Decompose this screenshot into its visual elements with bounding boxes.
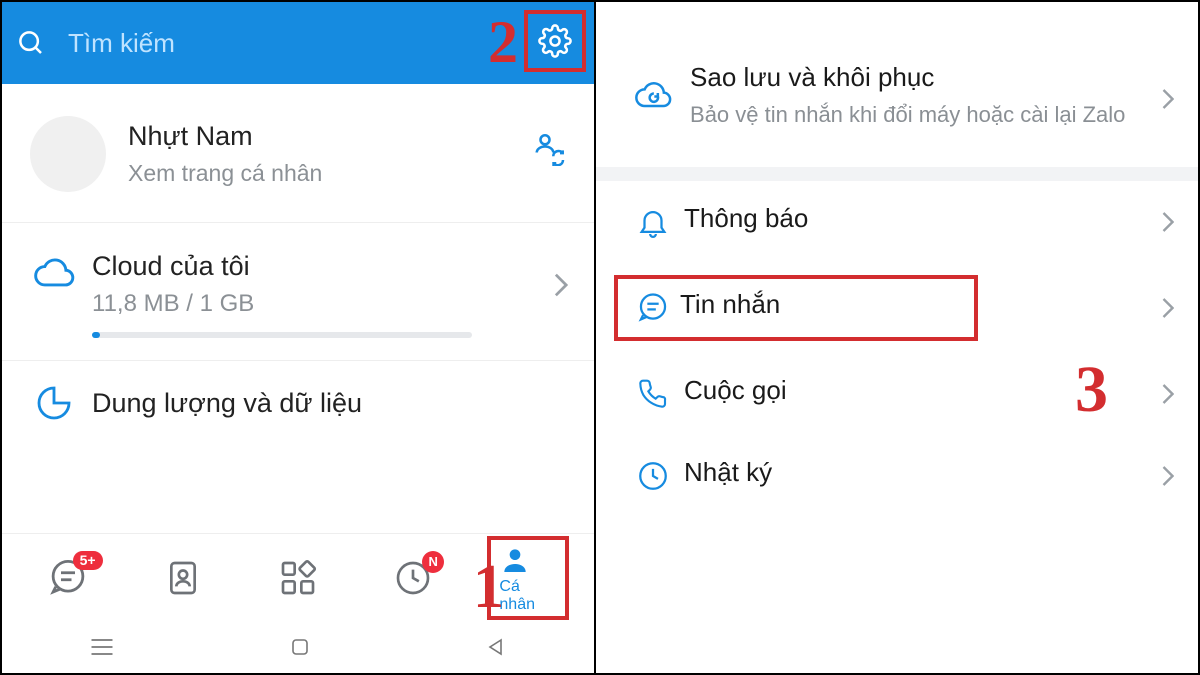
chevron-right-icon bbox=[1162, 88, 1174, 110]
chevron-right-icon bbox=[1162, 383, 1174, 405]
chevron-right-icon bbox=[554, 273, 568, 297]
bottom-nav: 5+ N Cá nhân 1 bbox=[2, 533, 594, 621]
phone-icon bbox=[622, 378, 684, 410]
chevron-right-icon bbox=[1162, 465, 1174, 487]
bell-icon bbox=[622, 204, 684, 240]
android-back-icon[interactable] bbox=[484, 635, 508, 659]
cloud-icon bbox=[16, 251, 92, 289]
notifications-row[interactable]: Thông báo bbox=[596, 181, 1198, 263]
backup-subtitle: Bảo vệ tin nhắn khi đổi máy hoặc cài lại… bbox=[690, 100, 1172, 131]
header-bar: Tìm kiếm 2 bbox=[2, 2, 594, 84]
messages-badge: 5+ bbox=[73, 551, 103, 570]
calls-label: Cuộc gọi bbox=[684, 375, 787, 406]
storage-title: Dung lượng và dữ liệu bbox=[92, 388, 362, 419]
android-nav-bar bbox=[2, 621, 594, 673]
timeline-badge: N bbox=[422, 551, 444, 573]
profile-subtitle: Xem trang cá nhân bbox=[128, 160, 566, 187]
cloud-progress-bar bbox=[92, 332, 472, 338]
tutorial-split-view: Tìm kiếm 2 Nhựt Nam Xem trang cá nhân bbox=[2, 2, 1198, 673]
backup-title: Sao lưu và khôi phục bbox=[690, 62, 1172, 93]
profile-row[interactable]: Nhựt Nam Xem trang cá nhân bbox=[2, 84, 594, 223]
messages-row-wrapper: Tin nhắn bbox=[596, 263, 1198, 353]
nav-discover[interactable] bbox=[257, 558, 339, 598]
profile-name: Nhựt Nam bbox=[128, 121, 566, 152]
nav-messages[interactable]: 5+ bbox=[27, 557, 109, 599]
profile-screen: Tìm kiếm 2 Nhựt Nam Xem trang cá nhân bbox=[2, 2, 596, 673]
android-home-icon[interactable] bbox=[288, 635, 312, 659]
android-menu-icon[interactable] bbox=[88, 637, 116, 657]
my-cloud-row[interactable]: Cloud của tôi 11,8 MB / 1 GB bbox=[2, 223, 594, 361]
nav-contacts[interactable] bbox=[142, 558, 224, 598]
cloud-text-block: Cloud của tôi 11,8 MB / 1 GB bbox=[92, 251, 566, 338]
chevron-right-icon bbox=[1162, 211, 1174, 233]
storage-row[interactable]: Dung lượng và dữ liệu bbox=[2, 361, 594, 423]
step-2-annotation: 2 bbox=[488, 8, 518, 77]
chevron-right-icon bbox=[1162, 297, 1174, 319]
nav-timeline[interactable]: N bbox=[372, 558, 454, 598]
cloud-usage: 11,8 MB / 1 GB bbox=[92, 290, 566, 318]
cloud-progress-fill bbox=[92, 332, 100, 338]
avatar bbox=[30, 116, 106, 192]
account-sync-icon[interactable] bbox=[530, 130, 566, 166]
clock-icon bbox=[622, 459, 684, 493]
step-1-annotation: 1 bbox=[473, 552, 504, 623]
cloud-restore-icon bbox=[622, 81, 684, 111]
backup-restore-row[interactable]: Sao lưu và khôi phục Bảo vệ tin nhắn khi… bbox=[596, 2, 1198, 181]
message-icon bbox=[626, 291, 680, 325]
diary-label: Nhật ký bbox=[684, 457, 772, 488]
calls-row[interactable]: Cuộc gọi bbox=[596, 353, 1198, 435]
settings-button[interactable] bbox=[524, 10, 586, 72]
pie-chart-icon bbox=[16, 383, 92, 423]
cloud-title: Cloud của tôi bbox=[92, 251, 566, 282]
profile-text-block: Nhựt Nam Xem trang cá nhân bbox=[128, 121, 566, 187]
settings-screen: Sao lưu và khôi phục Bảo vệ tin nhắn khi… bbox=[596, 2, 1198, 673]
gear-icon bbox=[538, 24, 572, 58]
backup-text-block: Sao lưu và khôi phục Bảo vệ tin nhắn khi… bbox=[684, 62, 1172, 131]
diary-row[interactable]: Nhật ký bbox=[596, 435, 1198, 517]
messages-row[interactable]: Tin nhắn bbox=[614, 275, 978, 341]
search-icon[interactable] bbox=[16, 28, 46, 58]
messages-label: Tin nhắn bbox=[680, 289, 780, 320]
notifications-label: Thông báo bbox=[684, 203, 808, 234]
nav-personal-label: Cá nhân bbox=[499, 578, 557, 614]
